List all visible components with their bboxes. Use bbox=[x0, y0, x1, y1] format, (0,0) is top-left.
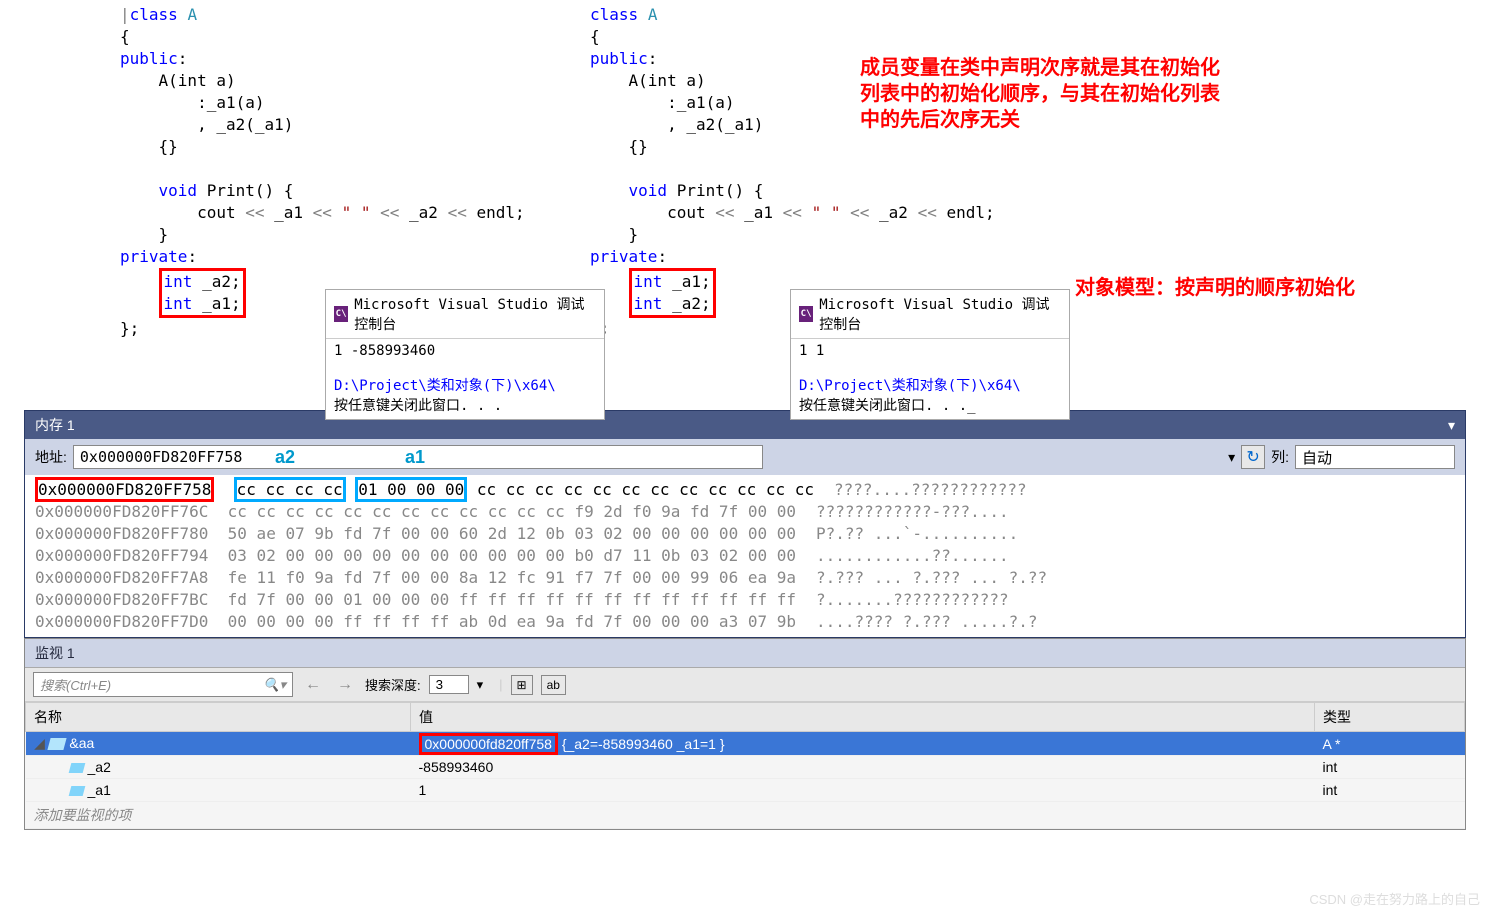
vs-icon: C\ bbox=[334, 306, 348, 322]
dropdown-icon[interactable]: ▾ bbox=[1448, 417, 1455, 434]
chevron-down-icon[interactable]: ▾ bbox=[477, 677, 484, 693]
debug-console-left: C\ Microsoft Visual Studio 调试控制台 1 -8589… bbox=[325, 289, 605, 420]
hex-dump[interactable]: 0x000000FD820FF758 cc cc cc cc 01 00 00 … bbox=[25, 475, 1465, 637]
memory-panel-header[interactable]: 内存 1 ▾ bbox=[25, 411, 1465, 439]
member-declaration-left: int _a2; int _a1; bbox=[159, 268, 246, 318]
console-title-bar: C\ Microsoft Visual Studio 调试控制台 bbox=[791, 290, 1069, 339]
console-prompt: 按任意键关闭此窗口. . ._ bbox=[799, 398, 976, 414]
hex-bytes-a2: cc cc cc cc bbox=[234, 477, 346, 502]
code-comparison-area: |class A { public: A(int a) :_a1(a) , _a… bbox=[0, 0, 1490, 400]
watch-panel-header[interactable]: 监视 1 bbox=[25, 639, 1465, 668]
toolbar-icon-1[interactable]: ⊞ bbox=[511, 675, 533, 695]
watch-row[interactable]: ◢ &aa 0x000000fd820ff758 {_a2=-858993460… bbox=[26, 732, 1465, 756]
watch-panel: 监视 1 搜索(Ctrl+E) 🔍▾ ← → 搜索深度: ▾ | ⊞ ab 名称… bbox=[24, 638, 1466, 830]
nav-prev-button[interactable]: ← bbox=[301, 676, 325, 694]
col-header-type[interactable]: 类型 bbox=[1315, 703, 1465, 732]
debug-console-right: C\ Microsoft Visual Studio 调试控制台 1 1 D:\… bbox=[790, 289, 1070, 420]
watermark: CSDN @走在努力路上的自己 bbox=[1309, 889, 1480, 908]
memory-address-bar: 地址: a2 a1 ▾ ↻ 列: bbox=[25, 439, 1465, 475]
console-path: D:\Project\类和对象(下)\x64\ bbox=[799, 378, 1021, 394]
a1-label: a1 bbox=[405, 447, 425, 468]
nav-next-button[interactable]: → bbox=[333, 676, 357, 694]
watch-table: 名称 值 类型 ◢ &aa 0x000000fd820ff758 {_a2=-8… bbox=[25, 702, 1465, 829]
address-label: 地址: bbox=[35, 447, 67, 467]
console-output: 1 1 bbox=[799, 343, 1061, 359]
columns-label: 列: bbox=[1271, 447, 1289, 467]
hex-bytes-a1: 01 00 00 00 bbox=[355, 477, 467, 502]
object-icon bbox=[48, 738, 67, 750]
a2-label: a2 bbox=[275, 447, 295, 468]
console-title-text: Microsoft Visual Studio 调试控制台 bbox=[819, 294, 1061, 334]
watch-add-row[interactable]: 添加要监视的项 bbox=[26, 802, 1465, 829]
watch-row[interactable]: _a1 1 int bbox=[26, 779, 1465, 802]
depth-label: 搜索深度: bbox=[365, 675, 421, 694]
col-header-name[interactable]: 名称 bbox=[26, 703, 411, 732]
search-icon: 🔍▾ bbox=[263, 677, 286, 693]
address-dropdown-icon[interactable]: ▾ bbox=[1228, 449, 1235, 466]
annotation-right: 对象模型：按声明的顺序初始化 bbox=[1075, 275, 1355, 301]
memory-title: 内存 1 bbox=[35, 415, 75, 435]
columns-input[interactable] bbox=[1295, 445, 1455, 469]
field-icon bbox=[68, 763, 85, 773]
watch-row[interactable]: _a2 -858993460 int bbox=[26, 756, 1465, 779]
console-title-text: Microsoft Visual Studio 调试控制台 bbox=[354, 294, 596, 334]
vs-icon: C\ bbox=[799, 306, 813, 322]
hex-address: 0x000000FD820FF758 bbox=[35, 477, 214, 502]
watch-search-input[interactable]: 搜索(Ctrl+E) 🔍▾ bbox=[33, 672, 293, 697]
depth-select[interactable] bbox=[429, 675, 469, 694]
expand-icon[interactable]: ◢ bbox=[34, 735, 46, 752]
watch-toolbar: 搜索(Ctrl+E) 🔍▾ ← → 搜索深度: ▾ | ⊞ ab bbox=[25, 668, 1465, 702]
toolbar-icon-2[interactable]: ab bbox=[541, 675, 566, 695]
field-icon bbox=[68, 786, 85, 796]
col-header-value[interactable]: 值 bbox=[411, 703, 1315, 732]
console-output: 1 -858993460 bbox=[334, 343, 596, 359]
member-declaration-right: int _a1; int _a2; bbox=[629, 268, 716, 318]
memory-panel: 内存 1 ▾ 地址: a2 a1 ▾ ↻ 列: 0x000000FD820FF7… bbox=[24, 410, 1466, 638]
watch-value-address: 0x000000fd820ff758 bbox=[419, 733, 558, 755]
console-path: D:\Project\类和对象(下)\x64\ bbox=[334, 378, 556, 394]
annotation-top: 成员变量在类中声明次序就是其在初始化列表中的初始化顺序，与其在初始化列表中的先后… bbox=[860, 55, 1220, 133]
console-prompt: 按任意键关闭此窗口. . . bbox=[334, 398, 502, 414]
console-title-bar: C\ Microsoft Visual Studio 调试控制台 bbox=[326, 290, 604, 339]
refresh-button[interactable]: ↻ bbox=[1241, 445, 1265, 469]
